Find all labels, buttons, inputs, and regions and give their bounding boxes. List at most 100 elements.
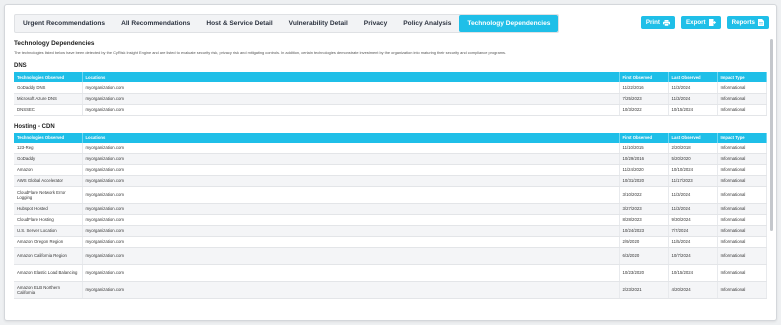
cell-location: myorganization.com bbox=[82, 264, 620, 282]
table-row[interactable]: Amazon ELB Northern California myorganiza… bbox=[14, 281, 767, 299]
cell-technology: Microsoft Azure DNS bbox=[14, 93, 83, 105]
export-button[interactable]: Export bbox=[681, 16, 721, 29]
print-button[interactable]: Print bbox=[640, 16, 675, 29]
table-row[interactable]: 123-Reg myorganization.com 11/10/2015 2/20/… bbox=[14, 142, 767, 154]
table-row[interactable]: Amazon myorganization.com 11/24/2020 10/10/… bbox=[14, 164, 767, 176]
cell-location: myorganization.com bbox=[82, 104, 620, 116]
cell-last-observed: 5/20/2020 bbox=[668, 153, 718, 165]
cell-last-observed: 11/3/2024 bbox=[668, 203, 718, 215]
tab-urgent-recommendations[interactable]: Urgent Recommendations bbox=[15, 15, 113, 32]
cell-location: myorganization.com bbox=[82, 142, 620, 154]
cell-first-observed: 10/23/2020 bbox=[619, 264, 669, 282]
cell-impact-type: Informational bbox=[717, 186, 767, 204]
cell-location: myorganization.com bbox=[82, 153, 620, 165]
cell-technology: 123-Reg bbox=[14, 142, 83, 154]
cell-technology: GoDaddy DNS bbox=[14, 82, 83, 94]
cell-last-observed: 11/5/2024 bbox=[668, 236, 718, 248]
tab-host-service-detail[interactable]: Host & Service Detail bbox=[198, 15, 280, 32]
cell-last-observed: 11/17/2023 bbox=[668, 175, 718, 187]
tab-policy-analysis[interactable]: Policy Analysis bbox=[395, 15, 459, 32]
cell-first-observed: 7/25/2023 bbox=[619, 93, 669, 105]
cell-location: myorganization.com bbox=[82, 247, 620, 265]
cell-first-observed: 3/27/2023 bbox=[619, 203, 669, 215]
column-header-location[interactable]: Locations bbox=[82, 72, 620, 82]
cell-impact-type: Informational bbox=[717, 153, 767, 165]
table-row[interactable]: Hubspot Hosted myorganization.com 3/27/202… bbox=[14, 203, 767, 215]
table-header-row: Technologies Observed Locations First Obse… bbox=[14, 132, 767, 143]
table-row[interactable]: DNSSEC myorganization.com 10/3/2022 10/15/2… bbox=[14, 104, 767, 116]
cell-impact-type: Informational bbox=[717, 82, 767, 94]
table-row[interactable]: CloudFlare Hosting myorganization.com 8/28… bbox=[14, 214, 767, 226]
tab-technology-dependencies[interactable]: Technology Dependencies bbox=[459, 15, 559, 32]
cell-first-observed: 10/3/2022 bbox=[619, 104, 669, 116]
cell-impact-type: Informational bbox=[717, 175, 767, 187]
technology-table: Technologies Observed Locations First Obse… bbox=[14, 132, 767, 299]
column-header-last-observed[interactable]: Last Observed bbox=[668, 72, 718, 82]
page-title: Technology Dependencies bbox=[14, 40, 95, 47]
cell-impact-type: Informational bbox=[717, 142, 767, 154]
cell-location: myorganization.com bbox=[82, 93, 620, 105]
cell-last-observed: 10/10/2024 bbox=[668, 164, 718, 176]
column-header-first-observed[interactable]: First Observed bbox=[619, 72, 669, 82]
table-row[interactable]: GoDaddy DNS myorganization.com 11/22/2016 1… bbox=[14, 82, 767, 94]
cell-location: myorganization.com bbox=[82, 164, 620, 176]
column-header-impact-type[interactable]: Impact Type bbox=[717, 72, 767, 82]
table-row[interactable]: Amazon California Region myorganization.c… bbox=[14, 247, 767, 265]
cell-impact-type: Informational bbox=[717, 104, 767, 116]
cell-technology: Hubspot Hosted bbox=[14, 203, 83, 215]
table-row[interactable]: GoDaddy myorganization.com 10/29/2016 5/20/… bbox=[14, 153, 767, 165]
document-icon bbox=[758, 19, 764, 26]
column-header-technology[interactable]: Technologies Observed bbox=[14, 72, 83, 82]
cell-technology: Amazon ELB Northern California bbox=[14, 281, 83, 299]
cell-technology: CloudFlare Hosting bbox=[14, 214, 83, 226]
table-row[interactable]: U.S. Server Location myorganization.com 10… bbox=[14, 225, 767, 237]
tab-vulnerability-detail[interactable]: Vulnerability Detail bbox=[281, 15, 356, 32]
tab-all-recommendations[interactable]: All Recommendations bbox=[113, 15, 198, 32]
report-tabs: Urgent Recommendations All Recommendation… bbox=[14, 14, 560, 33]
cell-location: myorganization.com bbox=[82, 82, 620, 94]
tab-privacy[interactable]: Privacy bbox=[356, 15, 395, 32]
cell-location: myorganization.com bbox=[82, 175, 620, 187]
section-title: DNS bbox=[14, 63, 27, 69]
cell-impact-type: Informational bbox=[717, 225, 767, 237]
table-row[interactable]: Amazon Oregon Region myorganization.com 2/… bbox=[14, 236, 767, 248]
table-row[interactable]: CloudFlare Network Error Logging myorgani… bbox=[14, 186, 767, 204]
table-row[interactable]: Amazon Elastic Load Balancing myorganizat… bbox=[14, 264, 767, 282]
cell-last-observed: 11/3/2024 bbox=[668, 82, 718, 94]
column-header-last-observed[interactable]: Last Observed bbox=[668, 132, 718, 143]
cell-location: myorganization.com bbox=[82, 225, 620, 237]
cell-technology: U.S. Server Location bbox=[14, 225, 83, 237]
cell-technology: DNSSEC bbox=[14, 104, 83, 116]
column-header-first-observed[interactable]: First Observed bbox=[619, 132, 669, 143]
cell-technology: CloudFlare Network Error Logging bbox=[14, 186, 83, 204]
table-header-row: Technologies Observed Locations First Obse… bbox=[14, 72, 767, 82]
page-description: The technologies listed below have been … bbox=[14, 50, 506, 55]
cell-location: myorganization.com bbox=[82, 214, 620, 226]
cell-technology: GoDaddy bbox=[14, 153, 83, 165]
cell-first-observed: 2/23/2021 bbox=[619, 281, 669, 299]
cell-impact-type: Informational bbox=[717, 281, 767, 299]
table-row[interactable]: Microsoft Azure DNS myorganization.com 7/2… bbox=[14, 93, 767, 105]
cell-impact-type: Informational bbox=[717, 164, 767, 176]
reports-button[interactable]: Reports bbox=[726, 16, 769, 29]
cell-location: myorganization.com bbox=[82, 236, 620, 248]
cell-technology: AWS Global Accelerator bbox=[14, 175, 83, 187]
vertical-scrollbar[interactable] bbox=[770, 39, 773, 231]
cell-technology: Amazon California Region bbox=[14, 247, 83, 265]
column-header-location[interactable]: Locations bbox=[82, 132, 620, 143]
export-label: Export bbox=[686, 19, 706, 26]
cell-impact-type: Informational bbox=[717, 93, 767, 105]
column-header-impact-type[interactable]: Impact Type bbox=[717, 132, 767, 143]
column-header-technology[interactable]: Technologies Observed bbox=[14, 132, 83, 143]
cell-impact-type: Informational bbox=[717, 236, 767, 248]
cell-location: myorganization.com bbox=[82, 281, 620, 299]
table-row[interactable]: AWS Global Accelerator myorganization.com… bbox=[14, 175, 767, 187]
cell-first-observed: 6/3/2020 bbox=[619, 247, 669, 265]
cell-first-observed: 11/24/2020 bbox=[619, 164, 669, 176]
cell-location: myorganization.com bbox=[82, 203, 620, 215]
cell-last-observed: 10/7/2024 bbox=[668, 247, 718, 265]
cell-impact-type: Informational bbox=[717, 264, 767, 282]
cell-last-observed: 4/20/2024 bbox=[668, 281, 718, 299]
report-window: Urgent Recommendations All Recommendation… bbox=[4, 4, 777, 321]
report-content: Technology Dependencies The technologies… bbox=[14, 38, 769, 319]
